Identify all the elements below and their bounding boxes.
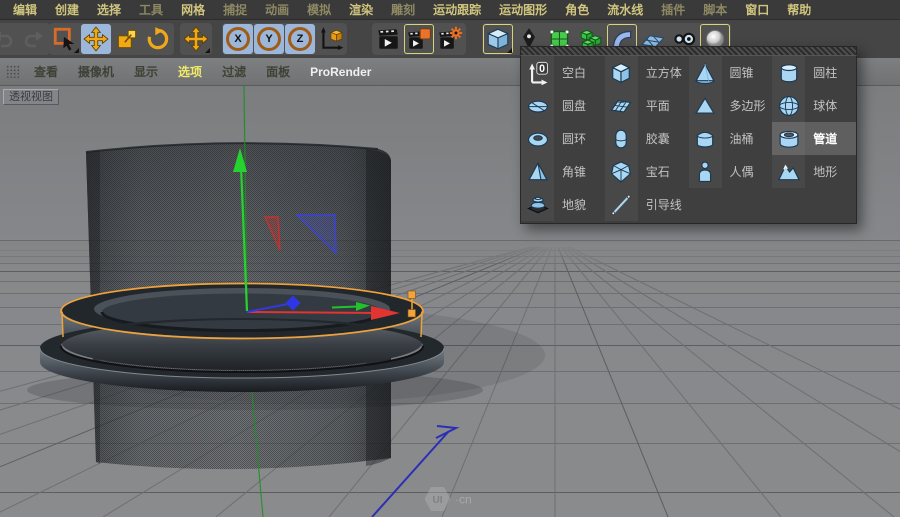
- vp-menu-display[interactable]: 显示: [124, 63, 168, 80]
- gem-icon: [604, 155, 638, 188]
- tube-object[interactable]: [39, 282, 445, 393]
- edit-render-settings-button[interactable]: [435, 24, 465, 54]
- plane-icon: [604, 89, 638, 122]
- disc-icon: [521, 89, 554, 122]
- tube-icon: [772, 122, 806, 155]
- menu-item-create[interactable]: 创建: [46, 0, 88, 20]
- live-selection-button[interactable]: [50, 24, 80, 54]
- menu-item-mesh[interactable]: 网格: [172, 0, 214, 20]
- primitive-item-plane[interactable]: 平面: [604, 89, 689, 122]
- primitive-item-tube[interactable]: 管道: [772, 122, 856, 155]
- cone-icon: [688, 56, 722, 89]
- vp-menu-view[interactable]: 查看: [24, 63, 68, 80]
- menu-item-snap[interactable]: 捕捉: [214, 0, 256, 20]
- undo-button[interactable]: [0, 24, 18, 54]
- view-label[interactable]: 透视视图: [3, 89, 59, 105]
- menu-item-window[interactable]: 窗口: [736, 0, 778, 20]
- move-tool-button[interactable]: [81, 24, 111, 54]
- grip-handle-icon[interactable]: [6, 65, 20, 78]
- rotate-tool-button[interactable]: [143, 24, 173, 54]
- undo-group: [0, 23, 50, 55]
- menu-item-motion-tracker[interactable]: 运动跟踪: [424, 0, 490, 20]
- watermark-suffix-text: ·cn: [455, 493, 472, 507]
- menu-item-script[interactable]: 脚本: [694, 0, 736, 20]
- primitive-item-capsule[interactable]: 胶囊: [604, 122, 689, 155]
- primitive-item-sphere[interactable]: 球体: [772, 89, 856, 122]
- selection-handle[interactable]: [407, 309, 416, 318]
- panel-empty-cell: [689, 188, 773, 221]
- primitive-item-null[interactable]: 0 空白: [521, 56, 605, 89]
- primitive-item-pyramid[interactable]: 角锥: [521, 155, 605, 188]
- capsule-icon: [604, 122, 638, 155]
- y-lock-label: Y: [265, 33, 273, 45]
- sphere-icon: [772, 89, 806, 122]
- scale-tool-button[interactable]: [112, 24, 142, 54]
- primitive-item-landscape[interactable]: 地形: [772, 155, 856, 188]
- z-lock-label: Z: [296, 33, 304, 45]
- primitive-item-cylinder[interactable]: 圆柱: [772, 56, 856, 89]
- primitive-item-torus[interactable]: 圆环: [521, 122, 605, 155]
- panel-empty-cell: [772, 188, 856, 221]
- y-lock-button[interactable]: Y: [254, 24, 284, 54]
- gizmo-x-axis[interactable]: [246, 311, 379, 314]
- cube-icon: [604, 56, 638, 89]
- menu-item-help[interactable]: 帮助: [778, 0, 820, 20]
- render-to-picture-viewer-button[interactable]: [404, 24, 434, 54]
- primitive-item-relief[interactable]: 地貌: [521, 188, 605, 221]
- render-group: [372, 23, 466, 55]
- polygon-icon: [688, 89, 722, 122]
- menu-item-plugins[interactable]: 插件: [652, 0, 694, 20]
- watermark-badge-text: UI: [433, 495, 443, 506]
- cylinder-icon: [772, 56, 806, 89]
- primitive-item-figure[interactable]: 人偶: [688, 155, 773, 188]
- menu-item-pipeline[interactable]: 流水线: [598, 0, 652, 20]
- relief-icon: [521, 188, 554, 221]
- primitive-cube-button[interactable]: [483, 24, 513, 54]
- cinema4d-window: { "menubar": { "items": [ {"label":"编辑",…: [0, 0, 900, 517]
- redo-button[interactable]: [19, 24, 49, 54]
- render-view-button[interactable]: [373, 24, 403, 54]
- primitive-item-disc[interactable]: 圆盘: [521, 89, 605, 122]
- x-lock-label: X: [234, 33, 242, 45]
- menu-item-tools[interactable]: 工具: [130, 0, 172, 20]
- menu-item-sculpt[interactable]: 雕刻: [382, 0, 424, 20]
- vp-menu-cameras[interactable]: 摄像机: [68, 63, 124, 80]
- landscape-icon: [772, 155, 806, 188]
- menu-item-character[interactable]: 角色: [556, 0, 598, 20]
- primitive-item-guide[interactable]: 引导线: [604, 188, 689, 221]
- pyramid-icon: [521, 155, 554, 188]
- menu-item-animate[interactable]: 动画: [256, 0, 298, 20]
- axis-move-button[interactable]: [181, 24, 211, 54]
- tool-group: [49, 23, 174, 55]
- x-lock-button[interactable]: X: [223, 24, 253, 54]
- menu-item-mograph[interactable]: 运动图形: [490, 0, 556, 20]
- primitive-item-polygon[interactable]: 多边形: [688, 89, 773, 122]
- primitives-popup-panel: 0 空白 立方体 圆锥 圆柱 圆盘 平面 多边形 球体 圆环 胶囊 油桶 管道 …: [520, 46, 857, 224]
- svg-text:0: 0: [539, 62, 545, 74]
- panel-drag-handle[interactable]: [520, 46, 857, 55]
- menu-item-edit[interactable]: 编辑: [4, 0, 46, 20]
- vp-menu-options[interactable]: 选项: [168, 63, 212, 80]
- figure-icon: [688, 155, 722, 188]
- selection-handle[interactable]: [407, 290, 416, 299]
- primitive-item-oil-tank[interactable]: 油桶: [688, 122, 773, 155]
- menu-item-render[interactable]: 渲染: [340, 0, 382, 20]
- coordinate-system-button[interactable]: [316, 24, 346, 54]
- torus-icon: [521, 122, 554, 155]
- menu-item-select[interactable]: 选择: [88, 0, 130, 20]
- oil-tank-icon: [688, 122, 722, 155]
- vp-menu-filter[interactable]: 过滤: [212, 63, 256, 80]
- menu-item-simulate[interactable]: 模拟: [298, 0, 340, 20]
- vp-menu-panel[interactable]: 面板: [256, 63, 300, 80]
- primitive-item-cube[interactable]: 立方体: [604, 56, 689, 89]
- primitive-item-gem[interactable]: 宝石: [604, 155, 689, 188]
- guide-icon: [604, 188, 638, 221]
- main-menubar: 编辑 创建 选择 工具 网格 捕捉 动画 模拟 渲染 雕刻 运动跟踪 运动图形 …: [0, 0, 900, 20]
- vp-menu-prorender[interactable]: ProRender: [300, 65, 381, 79]
- axis-lock-group: X Y Z: [222, 23, 347, 55]
- axis-tool-group: [180, 23, 212, 55]
- z-lock-button[interactable]: Z: [285, 24, 315, 54]
- primitive-item-cone[interactable]: 圆锥: [688, 56, 773, 89]
- null-object-icon: 0: [521, 56, 554, 89]
